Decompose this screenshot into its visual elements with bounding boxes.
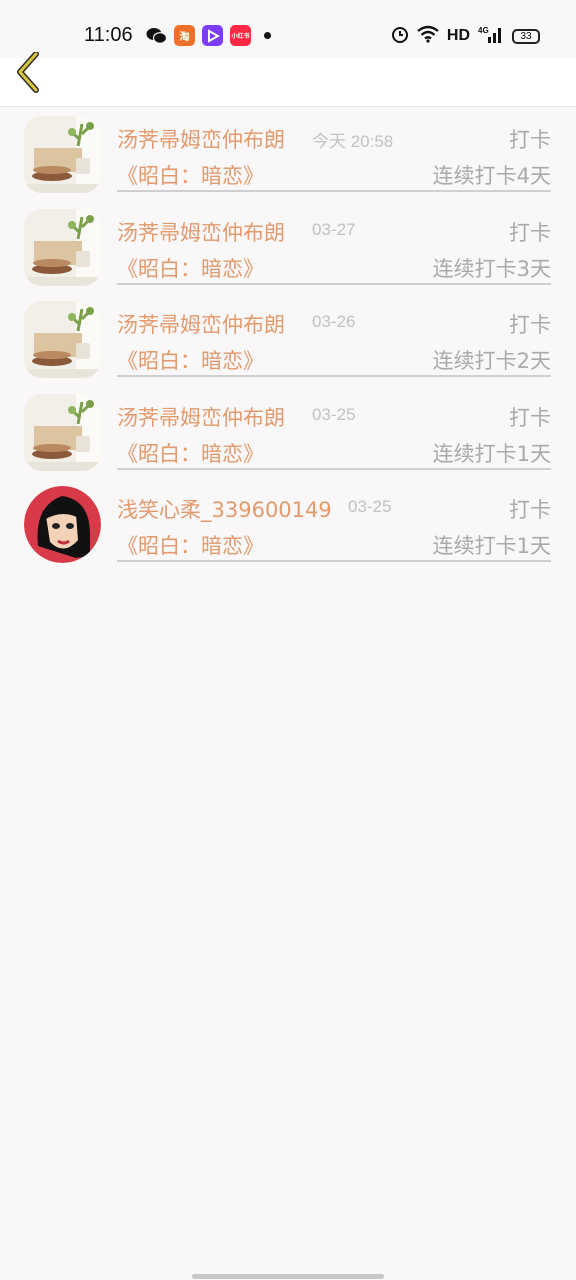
notification-icons: 淘 小红书 — [146, 25, 271, 46]
top-nav-bar — [0, 51, 576, 107]
entry-date: 03-25 — [348, 497, 392, 516]
entry-date: 03-26 — [312, 312, 356, 331]
list-item[interactable]: 汤荠帚姆峦仲布朗 今天 20:58 打卡 《昭白：暗恋》 连续打卡4天 — [0, 108, 576, 201]
still-life-icon[interactable] — [24, 208, 101, 286]
entry-info: 汤荠帚姆峦仲布朗 今天 20:58 打卡 《昭白：暗恋》 连续打卡4天 — [117, 108, 551, 192]
wechat-icon — [146, 25, 167, 46]
list-item[interactable]: 汤荠帚姆峦仲布朗 03-25 打卡 《昭白：暗恋》 连续打卡1天 — [0, 386, 576, 479]
entry-date: 今天 20:58 — [312, 132, 394, 151]
cartoon-woman-icon[interactable] — [24, 486, 101, 563]
checkin-label: 打卡 — [509, 313, 551, 337]
entry-info: 浅笑心柔_339600149 03-25 打卡 《昭白：暗恋》 连续打卡1天 — [117, 478, 551, 562]
user-name[interactable]: 汤荠帚姆峦仲布朗 — [117, 309, 285, 339]
streak-count: 连续打卡3天 — [432, 256, 551, 281]
user-name[interactable]: 汤荠帚姆峦仲布朗 — [117, 124, 285, 154]
entry-info: 汤荠帚姆峦仲布朗 03-26 打卡 《昭白：暗恋》 连续打卡2天 — [117, 293, 551, 377]
more-notifications-dot — [264, 32, 271, 39]
list-item[interactable]: 汤荠帚姆峦仲布朗 03-27 打卡 《昭白：暗恋》 连续打卡3天 — [0, 201, 576, 294]
streak-count: 连续打卡2天 — [432, 349, 551, 373]
book-title[interactable]: 《昭白：暗恋》 — [117, 160, 264, 190]
entry-date: 03-25 — [312, 404, 356, 424]
streak-count: 连续打卡1天 — [432, 441, 551, 466]
book-title[interactable]: 《昭白：暗恋》 — [117, 345, 264, 375]
checkin-label: 打卡 — [509, 220, 551, 245]
checkin-label: 打卡 — [509, 128, 551, 152]
book-title[interactable]: 《昭白：暗恋》 — [117, 530, 264, 560]
wifi-icon — [417, 25, 439, 47]
still-life-icon[interactable] — [24, 393, 101, 471]
user-name[interactable]: 汤荠帚姆峦仲布朗 — [117, 217, 285, 247]
user-name[interactable]: 浅笑心柔_339600149 — [117, 494, 332, 524]
status-indicators: HD 4G 33 — [391, 24, 540, 48]
user-name[interactable]: 汤荠帚姆峦仲布朗 — [117, 402, 285, 432]
still-life-icon[interactable] — [24, 301, 101, 378]
checkin-label: 打卡 — [509, 498, 551, 522]
battery-indicator: 33 — [512, 28, 540, 44]
network-type: HD — [446, 27, 470, 44]
book-title[interactable]: 《昭白：暗恋》 — [117, 253, 264, 283]
streak-count: 连续打卡1天 — [432, 534, 551, 558]
home-indicator[interactable] — [192, 1274, 384, 1279]
list-item[interactable]: 浅笑心柔_339600149 03-25 打卡 《昭白：暗恋》 连续打卡1天 — [0, 478, 576, 571]
signal-icon: 4G — [478, 24, 504, 48]
status-bar: 11:06 淘 小红书 HD 4G 33 — [0, 0, 576, 58]
entry-date: 03-27 — [312, 219, 356, 239]
checkin-list: 汤荠帚姆峦仲布朗 今天 20:58 打卡 《昭白：暗恋》 连续打卡4天 汤荠帚姆… — [0, 108, 576, 571]
book-title[interactable]: 《昭白：暗恋》 — [117, 438, 264, 468]
xiaohongshu-icon: 小红书 — [230, 25, 251, 46]
back-button[interactable] — [12, 51, 48, 93]
chevron-left-icon — [17, 51, 39, 93]
still-life-icon[interactable] — [24, 116, 101, 193]
taobao-icon: 淘 — [174, 25, 195, 46]
video-app-icon — [202, 25, 223, 46]
entry-info: 汤荠帚姆峦仲布朗 03-25 打卡 《昭白：暗恋》 连续打卡1天 — [117, 386, 551, 470]
svg-text:4G: 4G — [478, 26, 489, 35]
list-item[interactable]: 汤荠帚姆峦仲布朗 03-26 打卡 《昭白：暗恋》 连续打卡2天 — [0, 293, 576, 386]
streak-count: 连续打卡4天 — [432, 164, 551, 188]
status-time: 11:06 — [84, 24, 133, 46]
checkin-label: 打卡 — [509, 405, 551, 430]
alarm-icon — [391, 25, 409, 47]
entry-info: 汤荠帚姆峦仲布朗 03-27 打卡 《昭白：暗恋》 连续打卡3天 — [117, 201, 551, 285]
